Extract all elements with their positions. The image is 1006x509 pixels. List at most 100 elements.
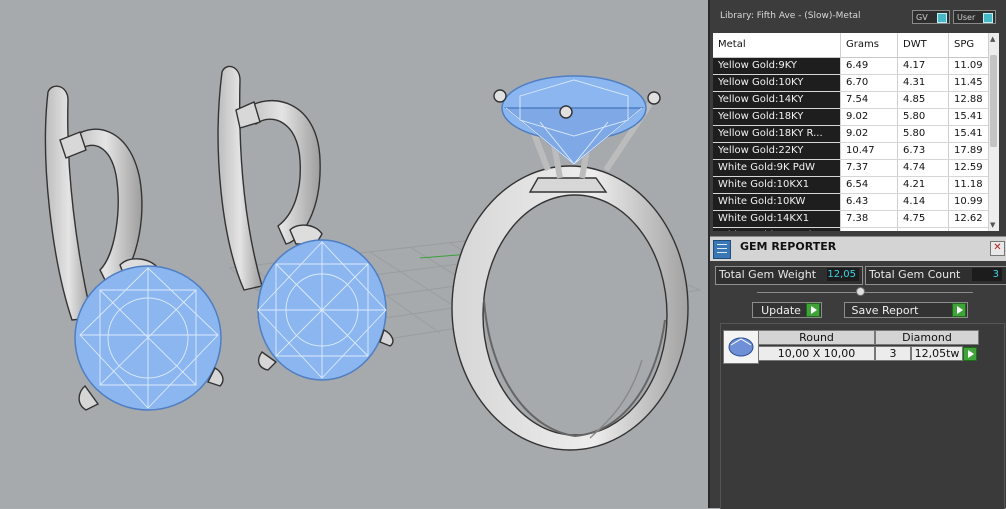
header-grams[interactable]: Grams [841,33,898,57]
dwt-cell: 5.80 [898,109,949,125]
scroll-up-icon[interactable]: ▲ [990,35,995,43]
spg-cell: 17.89 [949,143,989,159]
dwt-cell: 5.80 [898,126,949,142]
dwt-cell: 4.31 [898,75,949,91]
table-row[interactable]: Yellow Gold:18KY 9.02 5.80 15.41 [713,109,999,126]
spg-cell: 14.37 [949,228,989,231]
gem-count: 3 [875,346,911,361]
table-row[interactable]: White Gold:9K PdW 7.37 4.74 12.59 [713,160,999,177]
user-toggle-knob [983,13,993,23]
solitaire-ring [451,75,689,451]
table-row[interactable]: Yellow Gold:14KY 7.54 4.85 12.88 [713,92,999,109]
total-gem-weight-label: Total Gem Weight [719,268,817,281]
earring-middle [217,65,394,381]
earring-left [44,85,224,411]
metal-cell: White Gold:10KW [713,194,841,210]
table-row[interactable]: Yellow Gold:18KY R... 9.02 5.80 15.41 [713,126,999,143]
update-button[interactable]: Update [752,302,822,318]
metal-cell: Yellow Gold:9KY [713,58,841,74]
gem-list: Round Diamond 10,00 X 10,00 3 12,05tw [720,323,1005,509]
3d-viewport[interactable] [0,0,708,508]
gem-size: 10,00 X 10,00 [758,346,875,361]
table-row[interactable]: White Gold:10KW 6.43 4.14 10.99 [713,194,999,211]
grams-cell: 6.43 [841,194,898,210]
table-row[interactable]: Yellow Gold:22KY 10.47 6.73 17.89 [713,143,999,160]
dwt-cell: 5.41 [898,228,949,231]
dwt-cell: 4.14 [898,194,949,210]
save-report-button[interactable]: Save Report [844,302,968,318]
grams-cell: 7.37 [841,160,898,176]
library-title: Library: Fifth Ave - (Slow)-Metal [720,11,861,21]
gem-thumbnail-icon[interactable] [723,330,759,364]
side-panel: Library: Fifth Ave - (Slow)-Metal GV Use… [708,0,1006,509]
metal-table-body: Yellow Gold:9KY 6.49 4.17 11.09 Yellow Gold:… [713,58,999,231]
go-arrow-icon [952,303,966,317]
dwt-cell: 4.74 [898,160,949,176]
grams-cell: 9.02 [841,109,898,125]
grams-cell: 6.54 [841,177,898,193]
table-row[interactable]: Yellow Gold:9KY 6.49 4.17 11.09 [713,58,999,75]
gem-reporter-title: GEM REPORTER [740,240,837,253]
dwt-cell: 4.75 [898,211,949,227]
metal-cell: Yellow Gold:22KY [713,143,841,159]
total-gem-count-value: 3 [972,268,1002,281]
total-gem-weight-value: 12,05 [827,268,859,281]
header-metal[interactable]: Metal [713,33,841,57]
panel-splitter [757,292,973,293]
gv-toggle-label: GV [916,13,928,22]
table-row[interactable]: White Gold:10KX1 6.54 4.21 11.18 [713,177,999,194]
spg-cell: 11.18 [949,177,989,193]
gv-toggle-knob [937,13,947,23]
spg-cell: 15.41 [949,126,989,142]
spg-cell: 12.88 [949,92,989,108]
spg-cell: 11.45 [949,75,989,91]
save-report-button-label: Save Report [851,304,919,317]
table-row[interactable]: White Gold:14K PdW8.415.4114.37 [713,228,999,231]
metal-cell: Yellow Gold:18KY [713,109,841,125]
spg-cell: 15.41 [949,109,989,125]
gem-reporter-icon [713,240,731,259]
metal-cell: Yellow Gold:14KY [713,92,841,108]
dwt-cell: 4.17 [898,58,949,74]
gem-weight: 12,05tw [911,346,963,361]
viewport-scene [44,65,702,451]
scrollbar-thumb[interactable] [990,55,997,147]
go-arrow-icon[interactable] [963,347,977,361]
header-dwt[interactable]: DWT [898,33,949,57]
spg-cell: 12.59 [949,160,989,176]
gem-shape: Round [758,330,875,345]
metal-cell: White Gold:10KX1 [713,177,841,193]
metal-cell: White Gold:9K PdW [713,160,841,176]
gv-toggle[interactable]: GV [912,10,950,24]
table-row[interactable]: White Gold:14KX1 7.38 4.75 12.62 [713,211,999,228]
user-toggle-label: User [957,13,976,22]
user-toggle[interactable]: User [953,10,996,24]
spg-cell: 11.09 [949,58,989,74]
go-arrow-icon [806,303,820,317]
grams-cell: 8.41 [841,228,898,231]
dwt-cell: 4.85 [898,92,949,108]
table-row[interactable]: Yellow Gold:10KY 6.70 4.31 11.45 [713,75,999,92]
metal-table-header: Metal Grams DWT SPG [713,33,999,58]
scroll-down-icon[interactable]: ▼ [990,221,995,229]
grams-cell: 6.49 [841,58,898,74]
dwt-cell: 6.73 [898,143,949,159]
grams-cell: 7.38 [841,211,898,227]
total-gem-count-box: Total Gem Count 3 [865,266,1006,285]
metal-table[interactable]: Metal Grams DWT SPG Yellow Gold:9KY 6.49 4… [713,33,999,231]
gem-reporter-header: GEM REPORTER ✕ [710,236,1006,261]
spg-cell: 12.62 [949,211,989,227]
splitter-handle[interactable] [856,287,865,296]
spg-cell: 10.99 [949,194,989,210]
grams-cell: 9.02 [841,126,898,142]
dwt-cell: 4.21 [898,177,949,193]
metal-table-scrollbar[interactable]: ▲ ▼ [988,33,999,231]
total-gem-count-label: Total Gem Count [869,268,961,281]
close-icon[interactable]: ✕ [990,241,1005,256]
metal-cell: Yellow Gold:18KY R... [713,126,841,142]
metal-cell: White Gold:14K PdW [713,228,841,231]
header-spg[interactable]: SPG [949,33,989,57]
total-gem-weight-box: Total Gem Weight 12,05 [715,266,863,285]
gem-material: Diamond [875,330,979,345]
update-button-label: Update [761,304,801,317]
